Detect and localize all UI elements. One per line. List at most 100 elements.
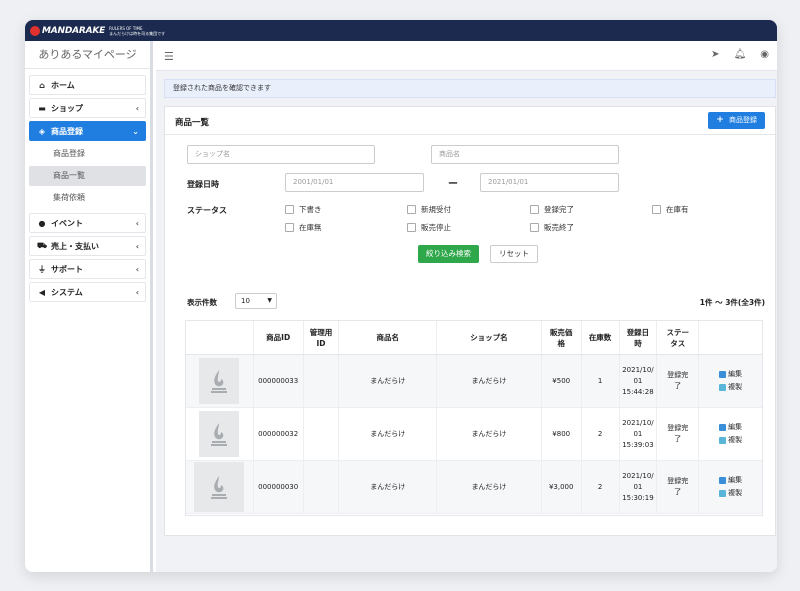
table-row: 000000030 まんだらけ まんだらけ ¥3,000 2 2021/10/ …: [186, 461, 762, 514]
sidebar-item-support[interactable]: ⏚ サポート ‹: [29, 259, 146, 279]
send-icon[interactable]: ➤: [711, 49, 719, 60]
header-image: [186, 321, 254, 354]
product-name-input[interactable]: 商品名: [431, 145, 619, 164]
home-icon: ⌂: [39, 80, 45, 90]
cell-status: 登録完 了: [657, 408, 700, 460]
sidebar-item-home[interactable]: ⌂ ホーム: [29, 75, 146, 95]
copy-link[interactable]: 複製: [719, 435, 742, 446]
edit-icon: [719, 424, 727, 431]
copy-icon: [719, 384, 727, 391]
cell-registered-at: 2021/10/ 01 15:39:03: [620, 408, 658, 460]
status-checkbox-new[interactable]: 新規受付: [407, 204, 451, 215]
sidebar-item-label: イベント: [51, 218, 83, 228]
shop-name-input[interactable]: ショップ名: [187, 145, 375, 164]
cell-status: 登録完 了: [657, 461, 700, 513]
checkbox-box: [285, 223, 294, 232]
cell-product-id: 000000033: [254, 355, 304, 407]
sidebar-item-shop[interactable]: ▬ ショップ ‹: [29, 98, 146, 118]
brand-tagline-2: まんだらけは時を司る集団です: [109, 30, 166, 36]
sidebar-item-system[interactable]: ◀ システム ‹: [29, 282, 146, 302]
per-page-label: 表示件数: [187, 298, 217, 307]
product-thumbnail: [186, 408, 254, 460]
status-checkbox-draft[interactable]: 下書き: [285, 204, 322, 215]
header-actions: [699, 321, 762, 354]
cell-price: ¥500: [542, 355, 582, 407]
row-actions: 編集 複製: [719, 369, 742, 393]
product-list-card: 商品一覧 + 商品登録 ショップ名 商品名 登録日時 2001/01/01 ー …: [164, 106, 776, 536]
megaphone-icon: ◀: [38, 287, 46, 297]
product-thumbnail: [186, 355, 254, 407]
status-label: ステータス: [187, 206, 227, 215]
mandarake-logo-icon: [30, 25, 40, 36]
header-price: 販売価 格: [542, 321, 582, 354]
sidebar-item-label: 売上・支払い: [51, 241, 99, 251]
product-table: 商品ID 管理用 ID 商品名 ショップ名 販売価 格 在庫数 登録日 時 ステ…: [185, 320, 763, 516]
chevron-down-icon: ⌄: [132, 126, 139, 136]
status-checkbox-registered[interactable]: 登録完了: [530, 204, 574, 215]
sidebar-item-label: ショップ: [51, 103, 83, 113]
product-thumbnail: [186, 461, 254, 513]
copy-link[interactable]: 複製: [719, 382, 742, 393]
cell-registered-at: 2021/10/ 01 15:30:19: [620, 461, 658, 513]
sidebar-item-label: ホーム: [51, 80, 75, 90]
submenu-item-pickup-request[interactable]: 集荷依頼: [29, 188, 146, 208]
sidebar-item-event[interactable]: ● イベント ‹: [29, 213, 146, 233]
cell-product-name: まんだらけ: [339, 355, 438, 407]
edit-link[interactable]: 編集: [719, 422, 742, 433]
date-to-input[interactable]: 2021/01/01: [480, 173, 619, 192]
copy-icon: [719, 490, 727, 497]
copy-link[interactable]: 複製: [719, 488, 742, 499]
edit-link[interactable]: 編集: [719, 369, 742, 380]
reset-button[interactable]: リセット: [490, 245, 538, 263]
status-checkbox-suspended[interactable]: 販売停止: [407, 222, 451, 233]
status-checkbox-in-stock[interactable]: 在庫有: [652, 204, 689, 215]
edit-link[interactable]: 編集: [719, 475, 742, 486]
placeholder-image-icon: [199, 358, 240, 404]
per-page-select[interactable]: 10 ▼: [235, 293, 277, 309]
bell-icon[interactable]: 🔔︎: [734, 49, 747, 60]
checkbox-box: [652, 205, 661, 214]
cart-icon: ⛟: [36, 241, 48, 250]
cell-manage-id: [304, 408, 340, 460]
filter-search-button[interactable]: 絞り込み検索: [418, 245, 479, 263]
date-from-input[interactable]: 2001/01/01: [285, 173, 424, 192]
page-title: 商品一覧: [175, 118, 210, 128]
checkbox-box: [407, 223, 416, 232]
cell-product-id: 000000030: [254, 461, 304, 513]
placeholder-image-icon: [194, 462, 245, 512]
checkbox-box: [407, 205, 416, 214]
submenu-item-product-list[interactable]: 商品一覧: [29, 166, 146, 186]
brand-tagline: RULERS OF TIME まんだらけは時を司る集団です: [109, 26, 165, 36]
brand-name: MANDARAKE: [42, 25, 106, 36]
card-header: 商品一覧 + 商品登録: [165, 107, 775, 135]
table-row: 000000033 まんだらけ まんだらけ ¥500 1 2021/10/ 01…: [186, 355, 762, 408]
top-bar: ☰ ➤ 🔔︎ ◉: [156, 41, 777, 71]
cell-product-name: まんだらけ: [339, 408, 438, 460]
header-registered-at[interactable]: 登録日 時: [620, 321, 658, 354]
edit-icon: [719, 477, 727, 484]
cell-shop-name: まんだらけ: [437, 355, 542, 407]
caret-down-icon: ▼: [267, 297, 272, 304]
row-actions: 編集 複製: [719, 422, 742, 446]
cell-manage-id: [304, 461, 340, 513]
sidebar-item-sales[interactable]: ⛟ 売上・支払い ‹: [29, 236, 146, 256]
cell-product-id: 000000032: [254, 408, 304, 460]
header-product-name: 商品名: [339, 321, 438, 354]
chevron-left-icon: ‹: [135, 218, 139, 228]
header-manage-id: 管理用 ID: [304, 321, 340, 354]
cell-product-name: まんだらけ: [339, 461, 438, 513]
add-product-button[interactable]: + 商品登録: [708, 112, 765, 129]
status-checkbox-ended[interactable]: 販売終了: [530, 222, 574, 233]
table-row: 000000032 まんだらけ まんだらけ ¥800 2 2021/10/ 01…: [186, 408, 762, 461]
submenu-item-product-registration[interactable]: 商品登録: [29, 144, 146, 164]
copy-icon: [719, 437, 727, 444]
sidebar-item-product-registration[interactable]: ◈ 商品登録 ⌄: [29, 121, 146, 141]
user-icon[interactable]: ◉: [760, 49, 769, 60]
sidebar: ありあるマイページ ⌂ ホーム ▬ ショップ ‹ ◈ 商品登録 ⌄ 商品登録 商…: [25, 41, 153, 572]
header-status: ステー タス: [657, 321, 700, 354]
status-checkbox-out-of-stock[interactable]: 在庫無: [285, 222, 322, 233]
hamburger-menu-icon[interactable]: ☰: [164, 50, 174, 63]
cell-actions: 編集 複製: [699, 408, 762, 460]
cell-manage-id: [304, 355, 340, 407]
sidebar-item-label: システム: [51, 287, 83, 297]
